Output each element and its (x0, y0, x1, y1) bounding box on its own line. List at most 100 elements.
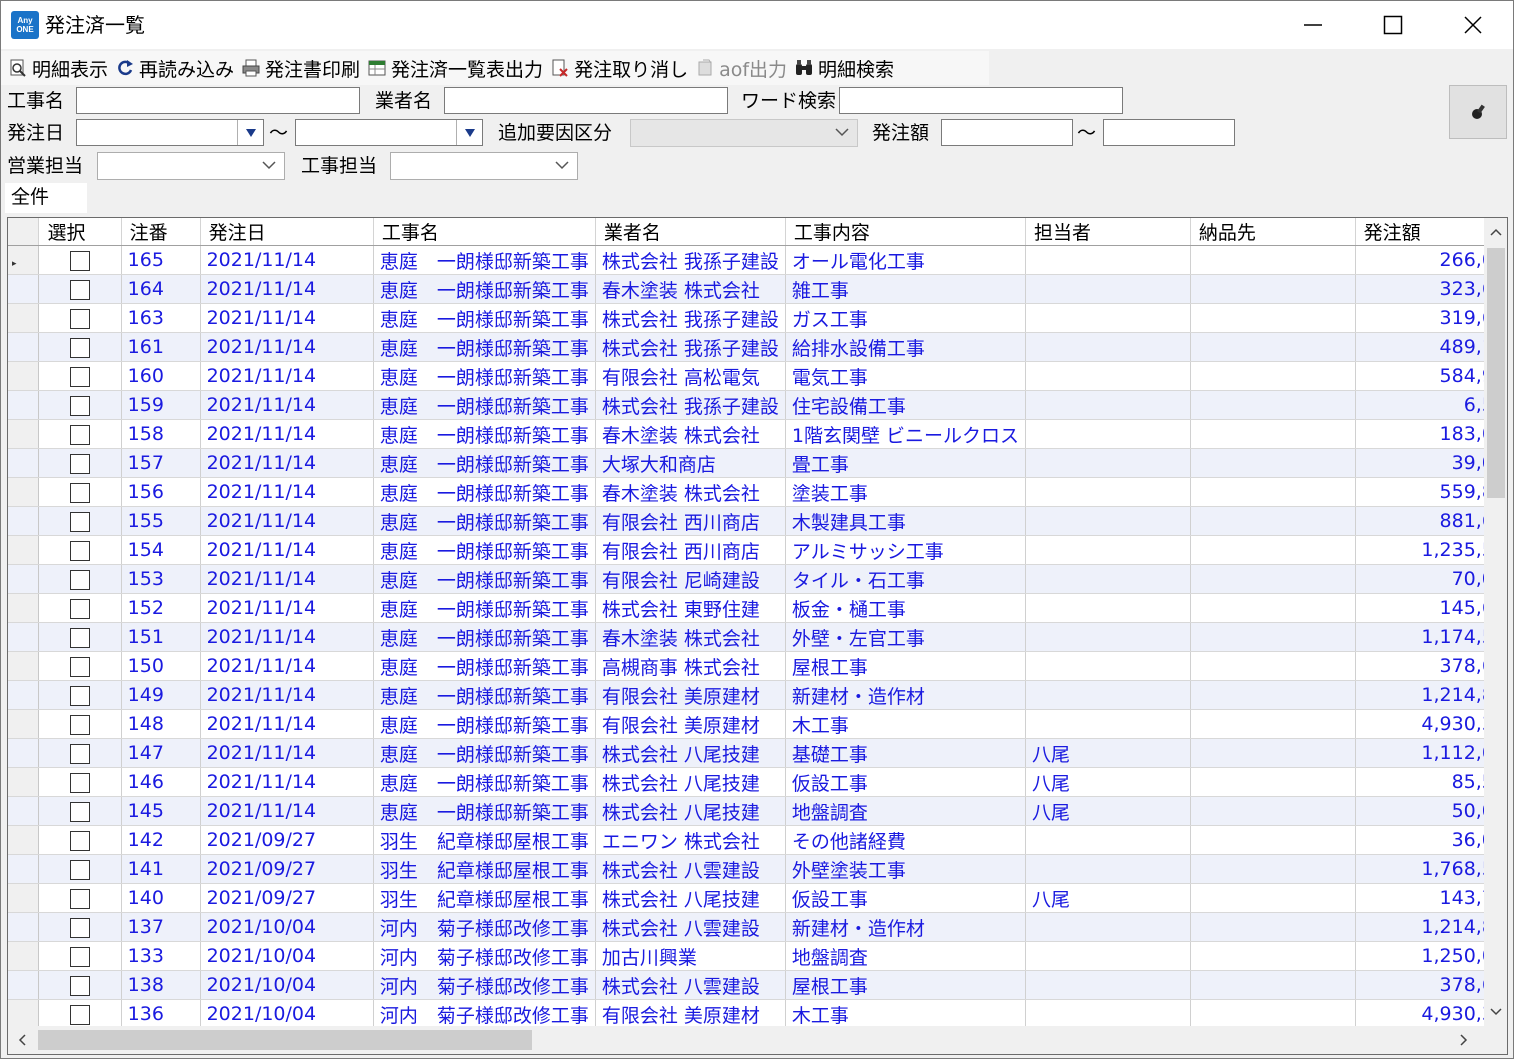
project-name-cell[interactable]: 河内 菊子様邸改修工事 (373, 941, 596, 971)
vendor-name-cell[interactable]: 有限会社 美原建材 (595, 680, 786, 710)
order-amount-to-input[interactable] (1103, 119, 1235, 146)
reload-button[interactable]: 再読み込み (112, 51, 238, 85)
project-name-cell[interactable]: 恵庭 一朗様邸新築工事 (373, 767, 596, 797)
row-header[interactable] (8, 622, 40, 652)
order-no-cell[interactable]: 163 (121, 303, 201, 333)
row-header[interactable] (8, 883, 40, 913)
table-row[interactable]: 153 2021/11/14 恵庭 一朗様邸新築工事 有限会社 尼崎建設 タイル・石工事… (8, 564, 1507, 594)
delivery-place-cell[interactable] (1190, 883, 1356, 913)
order-date-cell[interactable]: 2021/11/14 (200, 680, 374, 710)
table-row[interactable]: ▸ 165 2021/11/14 恵庭 一朗様邸新築工事 株式会社 我孫子建設 オール電化… (8, 245, 1507, 275)
person-in-charge-cell[interactable] (1025, 390, 1191, 420)
order-no-cell[interactable]: 149 (121, 680, 201, 710)
order-date-cell[interactable]: 2021/11/14 (200, 593, 374, 623)
horizontal-scrollbar[interactable] (8, 1026, 1484, 1054)
delivery-place-cell[interactable] (1190, 738, 1356, 768)
row-header[interactable] (8, 825, 40, 855)
select-checkbox[interactable] (70, 1004, 91, 1025)
table-row[interactable]: 159 2021/11/14 恵庭 一朗様邸新築工事 株式会社 我孫子建設 住宅設備工事… (8, 390, 1507, 420)
order-date-cell[interactable]: 2021/11/14 (200, 651, 374, 681)
scroll-down-arrow[interactable] (1484, 998, 1507, 1026)
scroll-up-arrow[interactable] (1484, 218, 1507, 246)
aof-export-button[interactable]: aof出力 (692, 51, 791, 85)
order-no-cell[interactable]: 161 (121, 332, 201, 362)
row-header[interactable] (8, 390, 40, 420)
vendor-name-cell[interactable]: 株式会社 八雲建設 (595, 912, 786, 942)
delivery-place-cell[interactable] (1190, 303, 1356, 333)
row-header[interactable] (8, 361, 40, 391)
vendor-name-cell[interactable]: 春木塗装 株式会社 (595, 622, 786, 652)
select-checkbox[interactable] (70, 946, 91, 967)
order-date-from-picker[interactable] (76, 119, 264, 146)
project-name-cell[interactable]: 恵庭 一朗様邸新築工事 (373, 390, 596, 420)
vendor-name-cell[interactable]: 加古川興業 (595, 941, 786, 971)
order-date-cell[interactable]: 2021/11/14 (200, 767, 374, 797)
project-name-input[interactable] (76, 87, 360, 114)
order-date-cell[interactable]: 2021/11/14 (200, 419, 374, 449)
order-no-cell[interactable]: 133 (121, 941, 201, 971)
order-no-cell[interactable]: 140 (121, 883, 201, 913)
work-content-cell[interactable]: 基礎工事 (785, 738, 1027, 768)
column-header-person-in-charge[interactable]: 担当者 (1025, 218, 1191, 246)
order-date-to-picker[interactable] (295, 119, 483, 146)
order-date-cell[interactable]: 2021/11/14 (200, 361, 374, 391)
order-date-cell[interactable]: 2021/11/14 (200, 564, 374, 594)
table-row[interactable]: 150 2021/11/14 恵庭 一朗様邸新築工事 高槻商事 株式会社 屋根工事 378… (8, 651, 1507, 681)
row-header[interactable] (8, 912, 40, 942)
row-header[interactable] (8, 332, 40, 362)
work-content-cell[interactable]: 地盤調査 (785, 796, 1027, 826)
delivery-place-cell[interactable] (1190, 941, 1356, 971)
table-row[interactable]: 161 2021/11/14 恵庭 一朗様邸新築工事 株式会社 我孫子建設 給排水設備工… (8, 332, 1507, 362)
project-name-cell[interactable]: 恵庭 一朗様邸新築工事 (373, 535, 596, 565)
person-in-charge-cell[interactable] (1025, 245, 1191, 275)
order-date-cell[interactable]: 2021/11/14 (200, 477, 374, 507)
vendor-name-cell[interactable]: 有限会社 高松電気 (595, 361, 786, 391)
project-name-cell[interactable]: 恵庭 一朗様邸新築工事 (373, 332, 596, 362)
vendor-name-cell[interactable]: 有限会社 美原建材 (595, 709, 786, 739)
delivery-place-cell[interactable] (1190, 970, 1356, 1000)
vendor-name-cell[interactable]: 有限会社 美原建材 (595, 999, 786, 1029)
delivery-place-cell[interactable] (1190, 419, 1356, 449)
work-content-cell[interactable]: 屋根工事 (785, 651, 1027, 681)
work-content-cell[interactable]: オール電化工事 (785, 245, 1027, 275)
order-no-cell[interactable]: 152 (121, 593, 201, 623)
row-header[interactable] (8, 651, 40, 681)
close-button[interactable] (1433, 1, 1513, 49)
work-content-cell[interactable]: 新建材・造作材 (785, 680, 1027, 710)
row-header[interactable] (8, 796, 40, 826)
word-search-input[interactable] (839, 87, 1123, 114)
table-row[interactable]: 151 2021/11/14 恵庭 一朗様邸新築工事 春木塗装 株式会社 外壁・左官工事… (8, 622, 1507, 652)
order-no-cell[interactable]: 154 (121, 535, 201, 565)
select-checkbox[interactable] (70, 279, 91, 300)
table-row[interactable]: 145 2021/11/14 恵庭 一朗様邸新築工事 株式会社 八尾技建 地盤調査 八尾 5… (8, 796, 1507, 826)
project-name-cell[interactable]: 恵庭 一朗様邸新築工事 (373, 680, 596, 710)
table-row[interactable]: 146 2021/11/14 恵庭 一朗様邸新築工事 株式会社 八尾技建 仮設工事 八尾 8… (8, 767, 1507, 797)
person-in-charge-cell[interactable]: 八尾 (1025, 883, 1191, 913)
additional-factor-select[interactable] (630, 119, 858, 147)
vendor-name-cell[interactable]: 春木塗装 株式会社 (595, 419, 786, 449)
vertical-scroll-thumb[interactable] (1487, 248, 1505, 498)
order-date-cell[interactable]: 2021/11/14 (200, 245, 374, 275)
person-in-charge-cell[interactable] (1025, 825, 1191, 855)
vendor-name-cell[interactable]: 株式会社 八尾技建 (595, 796, 786, 826)
column-header-work-content[interactable]: 工事内容 (785, 218, 1027, 246)
work-content-cell[interactable]: 木製建具工事 (785, 506, 1027, 536)
order-no-cell[interactable]: 138 (121, 970, 201, 1000)
table-row[interactable]: 154 2021/11/14 恵庭 一朗様邸新築工事 有限会社 西川商店 アルミサッシ工… (8, 535, 1507, 565)
work-content-cell[interactable]: その他諸経費 (785, 825, 1027, 855)
person-in-charge-cell[interactable] (1025, 535, 1191, 565)
table-row[interactable]: 155 2021/11/14 恵庭 一朗様邸新築工事 有限会社 西川商店 木製建具工事 8… (8, 506, 1507, 536)
order-no-cell[interactable]: 159 (121, 390, 201, 420)
table-row[interactable]: 147 2021/11/14 恵庭 一朗様邸新築工事 株式会社 八尾技建 基礎工事 八尾 1… (8, 738, 1507, 768)
order-no-cell[interactable]: 142 (121, 825, 201, 855)
vendor-name-cell[interactable]: 株式会社 八尾技建 (595, 883, 786, 913)
work-content-cell[interactable]: 塗装工事 (785, 477, 1027, 507)
export-list-button[interactable]: 発注済一覧表出力 (364, 51, 547, 85)
project-name-cell[interactable]: 河内 菊子様邸改修工事 (373, 912, 596, 942)
select-checkbox[interactable] (70, 337, 91, 358)
row-header[interactable] (8, 593, 40, 623)
tab-all[interactable]: 全件 (5, 183, 87, 213)
table-row[interactable]: 148 2021/11/14 恵庭 一朗様邸新築工事 有限会社 美原建材 木工事 4,93… (8, 709, 1507, 739)
delivery-place-cell[interactable] (1190, 854, 1356, 884)
column-header-project-name[interactable]: 工事名 (373, 218, 596, 246)
